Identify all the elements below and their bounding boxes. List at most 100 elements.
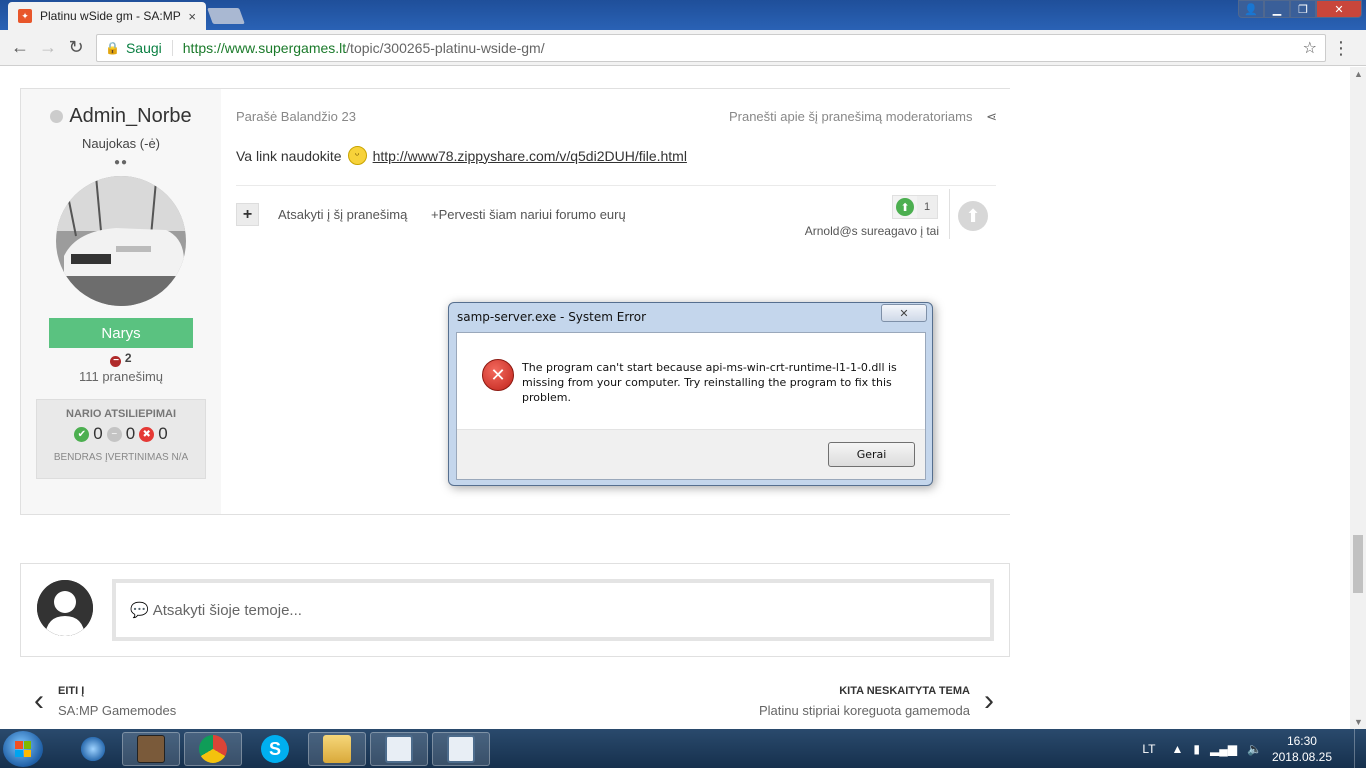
reply-placeholder: Atsakyti šioje temoje... (152, 601, 302, 619)
profile-icon[interactable]: 👤 (1238, 0, 1264, 18)
donate-button[interactable]: +Pervesti šiam nariui forumo eurų (431, 207, 626, 222)
comment-icon: 💬 (130, 602, 149, 619)
feedback-overall: BENDRAS ĮVERTINIMAS N/A (53, 452, 189, 463)
system-tray: LT ▲ ▮ ▂▄▆ 🔈 16:30 2018.08.25 (1142, 729, 1366, 768)
dialog-message: The program can't start because api-ms-w… (522, 361, 897, 404)
forward-arrow-icon[interactable]: → (34, 37, 62, 58)
back-arrow-icon[interactable]: ← (6, 37, 34, 58)
window-icon (385, 735, 413, 763)
clock-time: 16:30 (1286, 733, 1317, 748)
upvote-icon[interactable]: ⬆ (958, 201, 988, 231)
scroll-down-icon[interactable]: ▼ (1354, 717, 1363, 727)
feedback-negative: 0 (158, 424, 168, 443)
next-title: Platinu stipriai koreguota gamemoda (758, 702, 970, 718)
report-link[interactable]: Pranešti apie šį pranešimą moderatoriams (729, 109, 973, 124)
reaction-summary[interactable]: ⬆ 1 (892, 195, 938, 219)
chevron-left-icon: ‹ (34, 684, 44, 717)
tray-expand-icon[interactable]: ▲ (1172, 742, 1184, 756)
taskbar-app-launcher[interactable] (64, 732, 122, 766)
taskbar-skype[interactable]: S (246, 732, 304, 766)
tab-title: Platinu wSide gm - SA:MP (40, 9, 181, 23)
scroll-thumb[interactable] (1353, 535, 1363, 593)
reply-box: 💬 Atsakyti šioje temoje... (20, 563, 1010, 657)
new-tab-button[interactable] (207, 8, 245, 24)
dialog-footer: Gerai (457, 429, 925, 479)
quote-button[interactable]: Atsakyti į šį pranešimą (278, 207, 407, 222)
close-window-button[interactable]: ✕ (1316, 0, 1362, 18)
maximize-button[interactable]: ❐ (1290, 0, 1316, 18)
app-launcher-icon (79, 735, 107, 763)
author-name[interactable]: Admin_Norbe (69, 105, 191, 128)
member-feedback: NARIO ATSILIEPIMAI ✔ 0 − 0 ✖ 0 BENDRAS Į… (36, 399, 206, 479)
dialog-body: ✕ The program can't start because api-ms… (456, 332, 926, 480)
author-rank: Naujokas (-ė) (81, 136, 161, 151)
site-favicon-icon: ✦ (18, 9, 32, 23)
page-scrollbar[interactable]: ▲ ▼ (1350, 67, 1366, 729)
language-indicator[interactable]: LT (1142, 742, 1155, 756)
window-icon (447, 735, 475, 763)
post-date[interactable]: Parašė Balandžio 23 (236, 109, 356, 124)
post-text: Va link naudokite (236, 147, 342, 164)
prev-title: SA:MP Gamemodes (58, 702, 177, 718)
url-path: /topic/300265-platinu-wside-gm/ (346, 40, 545, 56)
user-avatar (37, 580, 93, 636)
browser-titlebar: ✦ Platinu wSide gm - SA:MP × 👤 ▁ ❐ ✕ (0, 0, 1366, 30)
ok-button[interactable]: Gerai (828, 442, 915, 467)
feedback-neutral: 0 (125, 424, 136, 443)
cross-icon: ✖ (139, 426, 155, 442)
start-button[interactable] (3, 731, 43, 767)
system-error-dialog: samp-server.exe - System Error ✕ ✕ The p… (448, 302, 933, 486)
group-badge: Narys (49, 318, 193, 348)
taskbar: S LT ▲ ▮ ▂▄▆ 🔈 16:30 2018.08.25 (0, 729, 1366, 768)
taskbar-game[interactable] (122, 732, 180, 766)
multiquote-button[interactable]: + (236, 203, 259, 226)
smiley-icon: ᵕ (347, 146, 367, 165)
bookmark-star-icon[interactable]: ☆ (1303, 38, 1317, 58)
taskbar-window-2[interactable] (432, 732, 490, 766)
clock-date: 2018.08.25 (1271, 749, 1332, 764)
windows-logo-icon (15, 741, 31, 757)
chevron-right-icon: › (984, 684, 994, 717)
feedback-row: ✔ 0 − 0 ✖ 0 (37, 424, 205, 444)
signal-icon[interactable]: ▂▄▆ (1210, 742, 1237, 756)
window-controls: 👤 ▁ ❐ ✕ (1238, 0, 1362, 18)
reputation: − 2 (21, 351, 221, 367)
author-avatar[interactable] (56, 176, 186, 306)
dialog-close-button[interactable]: ✕ (881, 304, 927, 322)
reply-input[interactable]: 💬 Atsakyti šioje temoje... (112, 579, 994, 641)
browser-tab[interactable]: ✦ Platinu wSide gm - SA:MP × (8, 2, 206, 30)
folder-icon (323, 735, 351, 763)
volume-icon[interactable]: 🔈 (1247, 742, 1262, 756)
next-label: KITA NESKAITYTA TEMA (839, 684, 970, 697)
secure-label: Saugi (126, 40, 173, 56)
battery-icon[interactable]: ▮ (1193, 742, 1200, 756)
browser-menu-icon[interactable]: ⋮ (1332, 38, 1350, 59)
error-icon: ✕ (482, 359, 514, 391)
download-link[interactable]: http://www78.zippyshare.com/v/q5di2DUH/f… (373, 148, 687, 164)
previous-topic-link[interactable]: ‹ EITI Į SA:MP Gamemodes (34, 684, 176, 718)
chrome-icon (199, 735, 227, 763)
feedback-positive: 0 (93, 424, 103, 443)
share-icon[interactable]: ⋖ (986, 109, 997, 124)
minimize-button[interactable]: ▁ (1264, 0, 1290, 18)
dialog-title: samp-server.exe - System Error (457, 310, 646, 324)
scroll-up-icon[interactable]: ▲ (1354, 69, 1363, 79)
check-icon: ✔ (74, 426, 90, 442)
report-link-row: Pranešti apie šį pranešimą moderatoriams… (729, 109, 997, 125)
next-topic-link[interactable]: KITA NESKAITYTA TEMA Platinu stipriai ko… (759, 684, 994, 718)
game-icon (137, 735, 165, 763)
reaction-by[interactable]: Arnold@s sureagavo į tai (805, 224, 939, 238)
taskbar-explorer[interactable] (308, 732, 366, 766)
offline-status-icon (50, 110, 64, 123)
show-desktop-button[interactable] (1354, 729, 1366, 768)
post-content: Va link naudokite ᵕ http://www78.zippysh… (236, 146, 687, 165)
feedback-title: NARIO ATSILIEPIMAI (66, 408, 176, 420)
taskbar-chrome[interactable] (184, 732, 242, 766)
taskbar-window-1[interactable] (370, 732, 428, 766)
prev-label: EITI Į (58, 684, 85, 697)
author-panel: Admin_Norbe Naujokas (-ė) ●● Narys − 2 1… (21, 89, 221, 514)
tab-close-icon[interactable]: × (188, 9, 196, 24)
clock[interactable]: 16:30 2018.08.25 (1272, 733, 1332, 765)
address-bar[interactable]: 🔒 Saugi https://www.supergames.lt /topic… (96, 34, 1326, 62)
reload-icon[interactable]: ↻ (62, 37, 90, 58)
